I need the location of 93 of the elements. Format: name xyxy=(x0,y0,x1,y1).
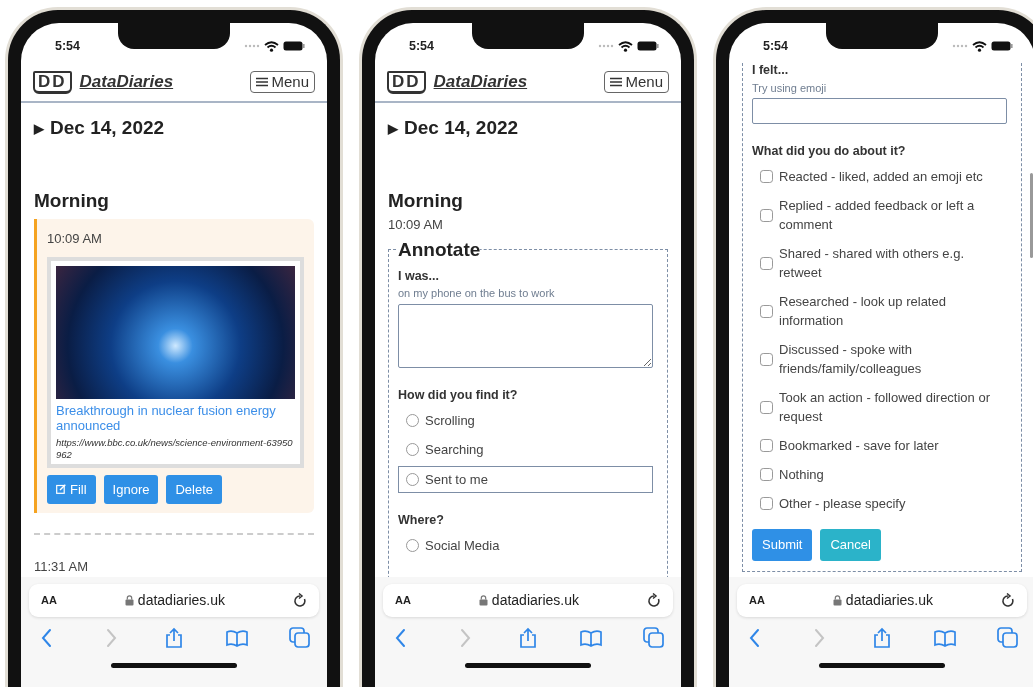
disclosure-arrow[interactable]: ▶ xyxy=(388,118,398,138)
disclosure-arrow[interactable]: ▶ xyxy=(34,118,44,138)
time-label: 10:09 AM xyxy=(47,230,103,248)
wifi-icon xyxy=(972,40,987,52)
radio-button[interactable] xyxy=(406,539,419,552)
text-size-button[interactable]: AA xyxy=(41,592,57,609)
text-area[interactable] xyxy=(398,303,653,368)
book-icon[interactable] xyxy=(226,627,248,649)
menu-icon xyxy=(256,77,269,87)
text-size-button[interactable]: AA xyxy=(749,592,765,609)
radio-button[interactable] xyxy=(406,443,419,457)
share-icon[interactable] xyxy=(871,627,893,649)
date-heading: Dec 14, 2022 xyxy=(50,116,165,140)
option-label: Shared - shared with others e.g. retweet xyxy=(779,245,965,282)
url-text: datadiaries.uk xyxy=(137,591,226,610)
question-label: What did you do about it? xyxy=(752,143,907,161)
field-label: I felt... xyxy=(752,63,790,79)
date-heading: Dec 14, 2022 xyxy=(404,116,519,140)
url-text: datadiaries.uk xyxy=(491,591,580,610)
status-time: 5:54 xyxy=(409,37,435,55)
checkbox[interactable] xyxy=(760,304,773,318)
option-label: Discussed - spoke with friends/family/colleagues xyxy=(779,341,923,378)
menu-icon xyxy=(610,77,623,87)
logo-mark: DD xyxy=(33,70,72,94)
field-hint: Try using emoji xyxy=(752,80,828,96)
option-label: Researched - look up related information xyxy=(779,293,947,330)
lock-icon xyxy=(124,595,134,606)
option-label: Took an action - followed direction or request xyxy=(779,389,991,426)
field-hint: on my phone on the bus to work xyxy=(398,286,556,302)
reload-icon[interactable] xyxy=(293,593,307,608)
share-icon[interactable] xyxy=(517,627,539,649)
checkbox[interactable] xyxy=(760,400,773,414)
checkbox[interactable] xyxy=(760,497,773,510)
form-title: Annotate xyxy=(398,240,481,259)
time-label: 11:31 AM xyxy=(34,558,89,576)
brand-link[interactable]: DataDiaries xyxy=(79,69,174,95)
input-field[interactable] xyxy=(752,98,1007,125)
url-text: datadiaries.uk xyxy=(845,591,934,610)
checkbox[interactable] xyxy=(760,256,773,270)
menu-button[interactable]: Menu xyxy=(250,71,315,93)
address-bar[interactable]: AA datadiaries.uk xyxy=(737,584,1027,617)
battery-icon xyxy=(991,41,1013,51)
checkbox[interactable] xyxy=(760,208,773,222)
time-label: 10:09 AM xyxy=(388,216,444,234)
status-time: 5:54 xyxy=(55,37,81,55)
section-heading: Morning xyxy=(34,188,110,213)
menu-button[interactable]: Menu xyxy=(604,71,669,93)
signal-icon xyxy=(598,44,614,48)
battery-icon xyxy=(637,41,659,51)
field-label: I was... xyxy=(398,267,440,285)
checkbox[interactable] xyxy=(760,352,773,366)
battery-icon xyxy=(283,41,305,51)
status-time: 5:54 xyxy=(763,37,789,55)
radio-option[interactable]: Searching xyxy=(398,436,653,464)
signal-icon xyxy=(244,44,260,48)
book-icon[interactable] xyxy=(934,627,956,649)
radio-option[interactable]: Scrolling xyxy=(398,406,653,434)
reload-icon[interactable] xyxy=(1001,593,1015,608)
option-label: Nothing xyxy=(779,466,824,484)
share-icon[interactable] xyxy=(163,627,185,649)
article-link[interactable]: Breakthrough in nuclear fusion energy announced xyxy=(56,402,295,433)
radio-button[interactable] xyxy=(406,413,419,427)
option-label: Bookmarked - save for later xyxy=(779,437,939,455)
scroll-bar[interactable] xyxy=(1030,173,1033,258)
lock-icon xyxy=(478,595,488,606)
option-label: Other - please specify xyxy=(779,495,906,513)
wifi-icon xyxy=(618,40,633,52)
text-size-button[interactable]: AA xyxy=(395,592,411,609)
checkbox[interactable] xyxy=(760,468,773,481)
book-icon[interactable] xyxy=(580,627,602,649)
question-label: How did you find it? xyxy=(398,386,519,404)
question-label: Where? xyxy=(398,512,445,529)
edit-icon xyxy=(56,484,66,495)
signal-icon xyxy=(952,44,968,48)
checkbox[interactable] xyxy=(760,439,773,452)
address-bar[interactable]: AA datadiaries.uk xyxy=(383,584,673,617)
reload-icon[interactable] xyxy=(647,593,661,608)
tabs-icon[interactable] xyxy=(643,627,665,649)
article-url: https://www.bbc.co.uk/news/science-environment-63950962 xyxy=(56,436,294,461)
option-label: Replied - added feedback or left a comment xyxy=(779,197,976,234)
radio-option[interactable]: Social Media xyxy=(398,531,653,560)
tabs-icon[interactable] xyxy=(997,627,1019,649)
checkbox[interactable] xyxy=(760,170,773,183)
lock-icon xyxy=(832,595,842,606)
section-heading: Morning xyxy=(388,188,464,213)
radio-button[interactable] xyxy=(406,472,419,486)
brand-link[interactable]: DataDiaries xyxy=(433,69,528,95)
logo-mark: DD xyxy=(387,70,426,94)
option-label: Reacted - liked, added an emoji etc xyxy=(779,168,983,186)
tabs-icon[interactable] xyxy=(289,627,311,649)
address-bar[interactable]: AA datadiaries.uk xyxy=(29,584,319,617)
wifi-icon xyxy=(264,40,279,52)
radio-option[interactable]: Sent to me xyxy=(398,465,653,493)
